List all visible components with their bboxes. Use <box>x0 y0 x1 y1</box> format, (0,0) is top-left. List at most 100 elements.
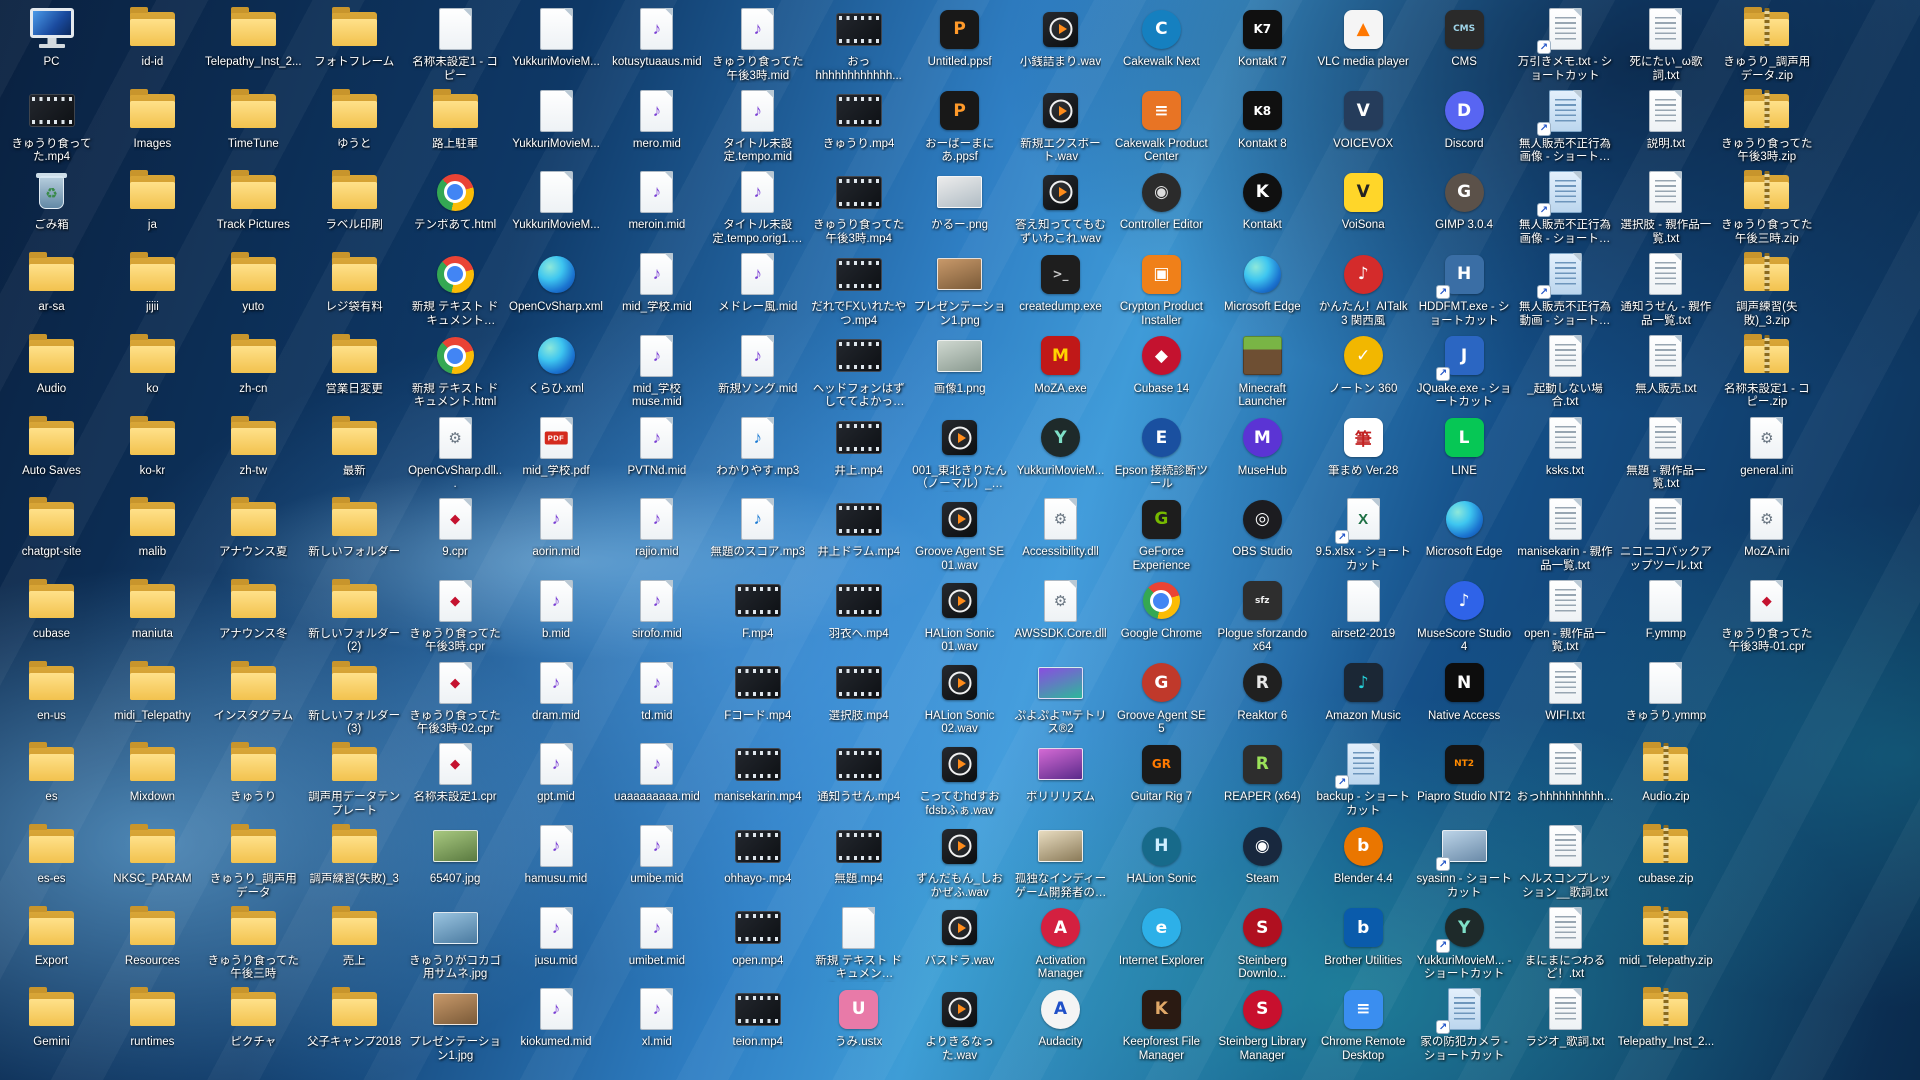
desktop-icon[interactable]: ♪uaaaaaaaaa.mid <box>606 740 707 820</box>
desktop-icon[interactable]: ♪タイトル未設定.tempo.mid <box>707 87 808 167</box>
desktop-icon[interactable]: ♪きゅうり食ってた午後3時.mid <box>707 5 808 85</box>
desktop-icon[interactable]: ▲VLC media player <box>1313 5 1414 85</box>
desktop-icon[interactable]: ♪mid_学校.mid <box>606 250 707 330</box>
desktop-icon[interactable]: Auto Saves <box>1 414 102 494</box>
desktop-icon[interactable]: Fコード.mp4 <box>707 659 808 739</box>
desktop-icon[interactable]: YukkuriMovieM... <box>506 87 607 167</box>
desktop-icon[interactable]: ♪kotusytuaaus.mid <box>606 5 707 85</box>
desktop-icon[interactable]: Gemini <box>1 985 102 1065</box>
desktop-icon[interactable]: きゅうりがコカゴ用サムネ.jpg <box>405 904 506 984</box>
desktop-icon[interactable]: ポリリリズム <box>1010 740 1111 820</box>
desktop-icon[interactable]: 名称未設定1 - コピー <box>405 5 506 85</box>
desktop-icon[interactable]: GGIMP 3.0.4 <box>1414 168 1515 248</box>
desktop-icon[interactable]: 選択肢.mp4 <box>808 659 909 739</box>
desktop-icon[interactable]: フォトフレーム <box>304 5 405 85</box>
desktop-icon[interactable]: 新規 テキスト ドキュメント.musicxml <box>808 904 909 984</box>
desktop-icon[interactable]: ♪jusu.mid <box>506 904 607 984</box>
desktop-icon[interactable]: ko-kr <box>102 414 203 494</box>
desktop-icon[interactable]: かるー.png <box>909 168 1010 248</box>
desktop-icon[interactable]: 路上駐車 <box>405 87 506 167</box>
desktop-icon[interactable]: ごみ箱 <box>1 168 102 248</box>
desktop-icon[interactable]: こってむhdすおfdsbふぁ.wav <box>909 740 1010 820</box>
desktop-icon[interactable]: 無人販売.txt <box>1615 332 1716 412</box>
desktop-icon[interactable]: ◉Controller Editor <box>1111 168 1212 248</box>
desktop-icon[interactable]: VVoiSona <box>1313 168 1414 248</box>
desktop-icon[interactable]: teion.mp4 <box>707 985 808 1065</box>
desktop-icon[interactable]: だれでFXいれたやつ.mp4 <box>808 250 909 330</box>
desktop-icon[interactable]: 調声用データテンプレート <box>304 740 405 820</box>
desktop-icon[interactable]: ♪新規ソング.mid <box>707 332 808 412</box>
desktop-icon[interactable]: きゅうり.ymmp <box>1615 659 1716 739</box>
desktop-icon[interactable]: manisekarin - 親作品一覧.txt <box>1515 495 1616 575</box>
desktop-icon[interactable]: バスドラ.wav <box>909 904 1010 984</box>
desktop-icon[interactable]: ずんだもん_しおかぜふ.wav <box>909 822 1010 902</box>
desktop-icon[interactable]: es-es <box>1 822 102 902</box>
desktop-icon[interactable]: runtimes <box>102 985 203 1065</box>
desktop-icon[interactable]: VVOICEVOX <box>1313 87 1414 167</box>
desktop-icon[interactable]: 選択肢 - 親作品一覧.txt <box>1615 168 1716 248</box>
desktop-icon[interactable]: 父子キャンプ2018 <box>304 985 405 1065</box>
desktop-icon[interactable]: J↗JQuake.exe - ショートカット <box>1414 332 1515 412</box>
desktop-icon[interactable]: YYukkuriMovieM... <box>1010 414 1111 494</box>
desktop-icon[interactable]: 通知うせん - 親作品一覧.txt <box>1615 250 1716 330</box>
desktop-icon[interactable]: AAudacity <box>1010 985 1111 1065</box>
desktop-icon[interactable]: ラベル印刷 <box>304 168 405 248</box>
desktop-icon[interactable]: Audio.zip <box>1615 740 1716 820</box>
desktop-icon[interactable]: ♪kiokumed.mid <box>506 985 607 1065</box>
desktop-icon[interactable]: きゅうり食ってた午後3時.zip <box>1716 87 1817 167</box>
desktop-icon[interactable]: NKSC_PARAM <box>102 822 203 902</box>
desktop-icon[interactable]: ♪MuseScore Studio 4 <box>1414 577 1515 657</box>
desktop-icon[interactable]: GGeForce Experience <box>1111 495 1212 575</box>
desktop-icon[interactable]: WIFI.txt <box>1515 659 1616 739</box>
desktop-icon[interactable]: ♪aorin.mid <box>506 495 607 575</box>
desktop-icon[interactable]: Uうみ.ustx <box>808 985 909 1065</box>
desktop-icon[interactable]: HALion Sonic 01.wav <box>909 577 1010 657</box>
desktop-icon[interactable]: >_createdump.exe <box>1010 250 1111 330</box>
desktop-icon[interactable]: 通知うせん.mp4 <box>808 740 909 820</box>
desktop-icon[interactable]: ohhayo-.mp4 <box>707 822 808 902</box>
desktop-icon[interactable]: 新規 テキスト ドキュメント.html <box>405 332 506 412</box>
desktop-icon[interactable]: ar-sa <box>1 250 102 330</box>
desktop-icon[interactable]: きゅうり <box>203 740 304 820</box>
desktop-icon[interactable]: zh-tw <box>203 414 304 494</box>
desktop-icon[interactable]: EEpson 接続診断ツール <box>1111 414 1212 494</box>
desktop-icon[interactable]: zh-cn <box>203 332 304 412</box>
desktop-icon[interactable]: Audio <box>1 332 102 412</box>
desktop-icon[interactable]: F.ymmp <box>1615 577 1716 657</box>
desktop-icon[interactable]: ≡Cakewalk Product Center <box>1111 87 1212 167</box>
desktop-icon[interactable]: プレゼンテーション1.png <box>909 250 1010 330</box>
desktop-icon[interactable]: H↗HDDFMT.exe - ショートカット <box>1414 250 1515 330</box>
desktop-icon[interactable]: PDFmid_学校.pdf <box>506 414 607 494</box>
desktop-icon[interactable]: 井上.mp4 <box>808 414 909 494</box>
desktop-icon[interactable]: YukkuriMovieM... <box>506 5 607 85</box>
desktop-icon[interactable]: ⚙MoZA.ini <box>1716 495 1817 575</box>
desktop-icon[interactable]: プレゼンテーション1.jpg <box>405 985 506 1065</box>
desktop-icon[interactable]: ピクチャ <box>203 985 304 1065</box>
desktop-icon[interactable]: ♪メドレー風.mid <box>707 250 808 330</box>
desktop-icon[interactable]: ⚙OpenCvSharp.dll... <box>405 414 506 494</box>
desktop-icon[interactable]: airset2-2019 <box>1313 577 1414 657</box>
desktop-icon[interactable]: K7Kontakt 7 <box>1212 5 1313 85</box>
desktop-icon[interactable]: Groove Agent SE 01.wav <box>909 495 1010 575</box>
desktop-icon[interactable]: 新規エクスポート.wav <box>1010 87 1111 167</box>
desktop-icon[interactable]: ja <box>102 168 203 248</box>
desktop-icon[interactable]: Images <box>102 87 203 167</box>
desktop-icon[interactable]: midi_Telepathy.zip <box>1615 904 1716 984</box>
desktop-icon[interactable]: GGroove Agent SE 5 <box>1111 659 1212 739</box>
desktop-icon[interactable]: おっhhhhhhhhhh... <box>1515 740 1616 820</box>
desktop-icon[interactable]: ↗backup - ショートカット <box>1313 740 1414 820</box>
desktop-icon[interactable]: 無題.mp4 <box>808 822 909 902</box>
desktop-icon[interactable]: HHALion Sonic <box>1111 822 1212 902</box>
desktop-icon[interactable]: 小銭詰まり.wav <box>1010 5 1111 85</box>
desktop-icon[interactable]: 孤独なインディーゲーム開発者の一生… <box>1010 822 1111 902</box>
desktop-icon[interactable]: KKontakt <box>1212 168 1313 248</box>
desktop-icon[interactable]: DDiscord <box>1414 87 1515 167</box>
desktop-icon[interactable]: NT2Piapro Studio NT2 <box>1414 740 1515 820</box>
desktop-icon[interactable]: ↗無人販売不正行為動画 - ショートカット <box>1515 250 1616 330</box>
desktop-icon[interactable]: ↗syasinn - ショートカット <box>1414 822 1515 902</box>
desktop-icon[interactable]: Track Pictures <box>203 168 304 248</box>
desktop-icon[interactable]: Y↗YukkuriMovieM... - ショートカット <box>1414 904 1515 984</box>
desktop-icon[interactable]: MMuseHub <box>1212 414 1313 494</box>
desktop-icon[interactable]: HALion Sonic 02.wav <box>909 659 1010 739</box>
desktop-icon[interactable]: ♪rajio.mid <box>606 495 707 575</box>
